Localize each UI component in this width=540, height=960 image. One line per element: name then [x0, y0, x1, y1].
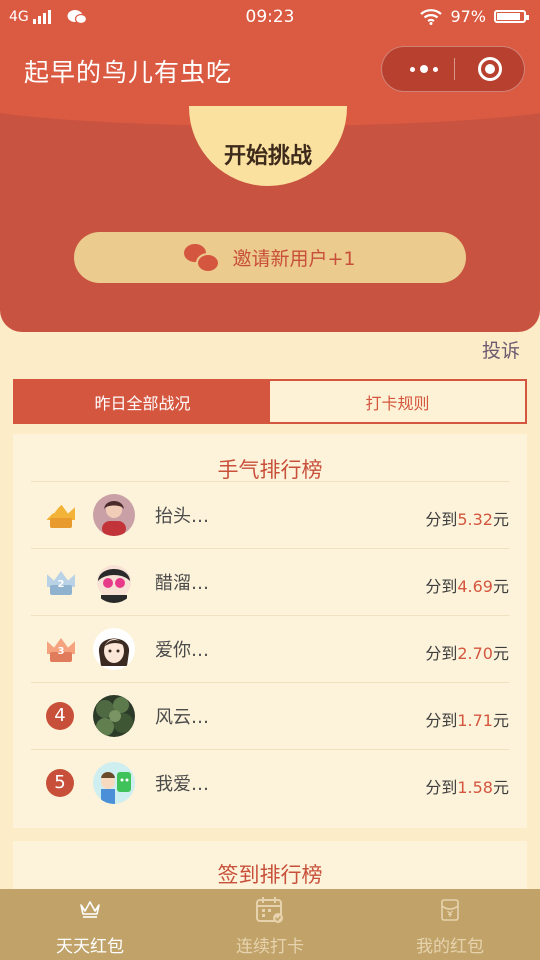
tabbar-item-daily-redpacket[interactable]: 天天红包	[0, 889, 180, 960]
amount-unit: 元	[492, 711, 509, 730]
avatar	[93, 494, 135, 536]
amount-text: 分到4.69元	[425, 573, 509, 597]
checkin-ranking-title: 签到排行榜	[217, 863, 323, 887]
battery-icon	[494, 10, 529, 23]
wechat-icon	[184, 243, 221, 273]
avatar	[93, 628, 135, 670]
amount-text: 分到1.58元	[425, 774, 509, 798]
battery-percent: 97%	[450, 7, 486, 26]
tabbar-label: 天天红包	[56, 937, 124, 957]
start-challenge-button[interactable]: 开始挑战	[189, 106, 347, 186]
tabbar-label: 我的红包	[416, 937, 484, 957]
nickname: 我爱…	[155, 774, 209, 795]
status-bar: 4G 09:23 97%	[0, 0, 540, 36]
ranking-row[interactable]: 5 我爱… 分到1.58元	[31, 749, 509, 816]
capsule-divider	[454, 58, 455, 80]
nickname: 风云…	[155, 707, 209, 728]
nav-bar: 起早的鸟儿有虫吃	[0, 36, 540, 106]
status-right: 97%	[420, 7, 529, 26]
amount-text: 分到2.70元	[425, 640, 509, 664]
bottom-tab-bar: 天天红包 连续打卡 我的红包	[0, 889, 540, 960]
silver-crown-icon: 2	[45, 567, 77, 597]
invite-user-button[interactable]: 邀请新用户+1	[74, 232, 466, 283]
miniprogram-capsule	[381, 46, 525, 92]
red-packet-icon	[360, 899, 540, 923]
crown-rank-number: 2	[57, 579, 65, 590]
crown-icon	[0, 899, 180, 923]
page-title: 起早的鸟儿有虫吃	[24, 58, 233, 87]
ranking-row[interactable]: 抬头… 分到5.32元	[31, 481, 509, 548]
tabbar-item-my-redpacket[interactable]: 我的红包	[360, 889, 540, 960]
hero-panel: 开始挑战 邀请新用户+1	[0, 106, 540, 332]
amount-prefix: 分到	[425, 711, 458, 730]
ranking-row[interactable]: 3 爱你… 分到2.70元	[31, 615, 509, 682]
amount-text: 分到1.71元	[425, 707, 509, 731]
amount-value: 4.69	[457, 577, 493, 596]
amount-unit: 元	[492, 778, 509, 797]
amount-unit: 元	[492, 644, 509, 663]
bronze-crown-icon: 3	[45, 634, 77, 664]
close-target-icon[interactable]	[478, 57, 502, 81]
amount-prefix: 分到	[425, 778, 458, 797]
ranking-row[interactable]: 2 醋溜… 分到4.69元	[31, 548, 509, 615]
nickname: 抬头…	[155, 506, 209, 527]
start-challenge-label: 开始挑战	[223, 144, 312, 169]
avatar	[93, 762, 135, 804]
amount-prefix: 分到	[425, 644, 458, 663]
rank-badge-4: 4	[45, 701, 77, 731]
avatar	[93, 695, 135, 737]
more-icon[interactable]	[398, 47, 450, 91]
rank-number: 4	[46, 702, 74, 730]
gold-crown-icon	[45, 500, 77, 530]
complain-link[interactable]: 投诉	[482, 336, 520, 363]
ranking-row[interactable]: 4 风云… 分到1.71元	[31, 682, 509, 749]
amount-unit: 元	[492, 510, 509, 529]
tab-checkin-rules[interactable]: 打卡规则	[270, 381, 525, 422]
wifi-icon	[420, 8, 443, 25]
result-tabs: 昨日全部战况 打卡规则	[13, 379, 527, 424]
luck-ranking-card: 手气排行榜 抬头… 分到5.32元 2 醋溜… 分到4.69元 3 爱你… 分到…	[13, 434, 527, 828]
tab-yesterday-results[interactable]: 昨日全部战况	[15, 381, 270, 422]
amount-text: 分到5.32元	[425, 506, 509, 530]
avatar	[93, 561, 135, 603]
invite-user-label: 邀请新用户+1	[232, 248, 356, 270]
amount-value: 2.70	[457, 644, 493, 663]
amount-value: 1.58	[457, 778, 493, 797]
amount-prefix: 分到	[425, 577, 458, 596]
nickname: 醋溜…	[155, 573, 209, 594]
ranking-list: 抬头… 分到5.32元 2 醋溜… 分到4.69元 3 爱你… 分到2.70元	[31, 481, 509, 816]
amount-value: 5.32	[457, 510, 493, 529]
rank-number: 5	[46, 769, 74, 797]
amount-prefix: 分到	[425, 510, 458, 529]
crown-rank-number: 3	[57, 646, 65, 657]
rank-badge-5: 5	[45, 768, 77, 798]
amount-unit: 元	[492, 577, 509, 596]
amount-value: 1.71	[457, 711, 493, 730]
luck-ranking-title: 手气排行榜	[217, 458, 323, 482]
tabbar-item-checkin[interactable]: 连续打卡	[180, 889, 360, 960]
calendar-icon	[180, 895, 360, 927]
tabbar-label: 连续打卡	[236, 937, 304, 957]
nickname: 爱你…	[155, 640, 209, 661]
